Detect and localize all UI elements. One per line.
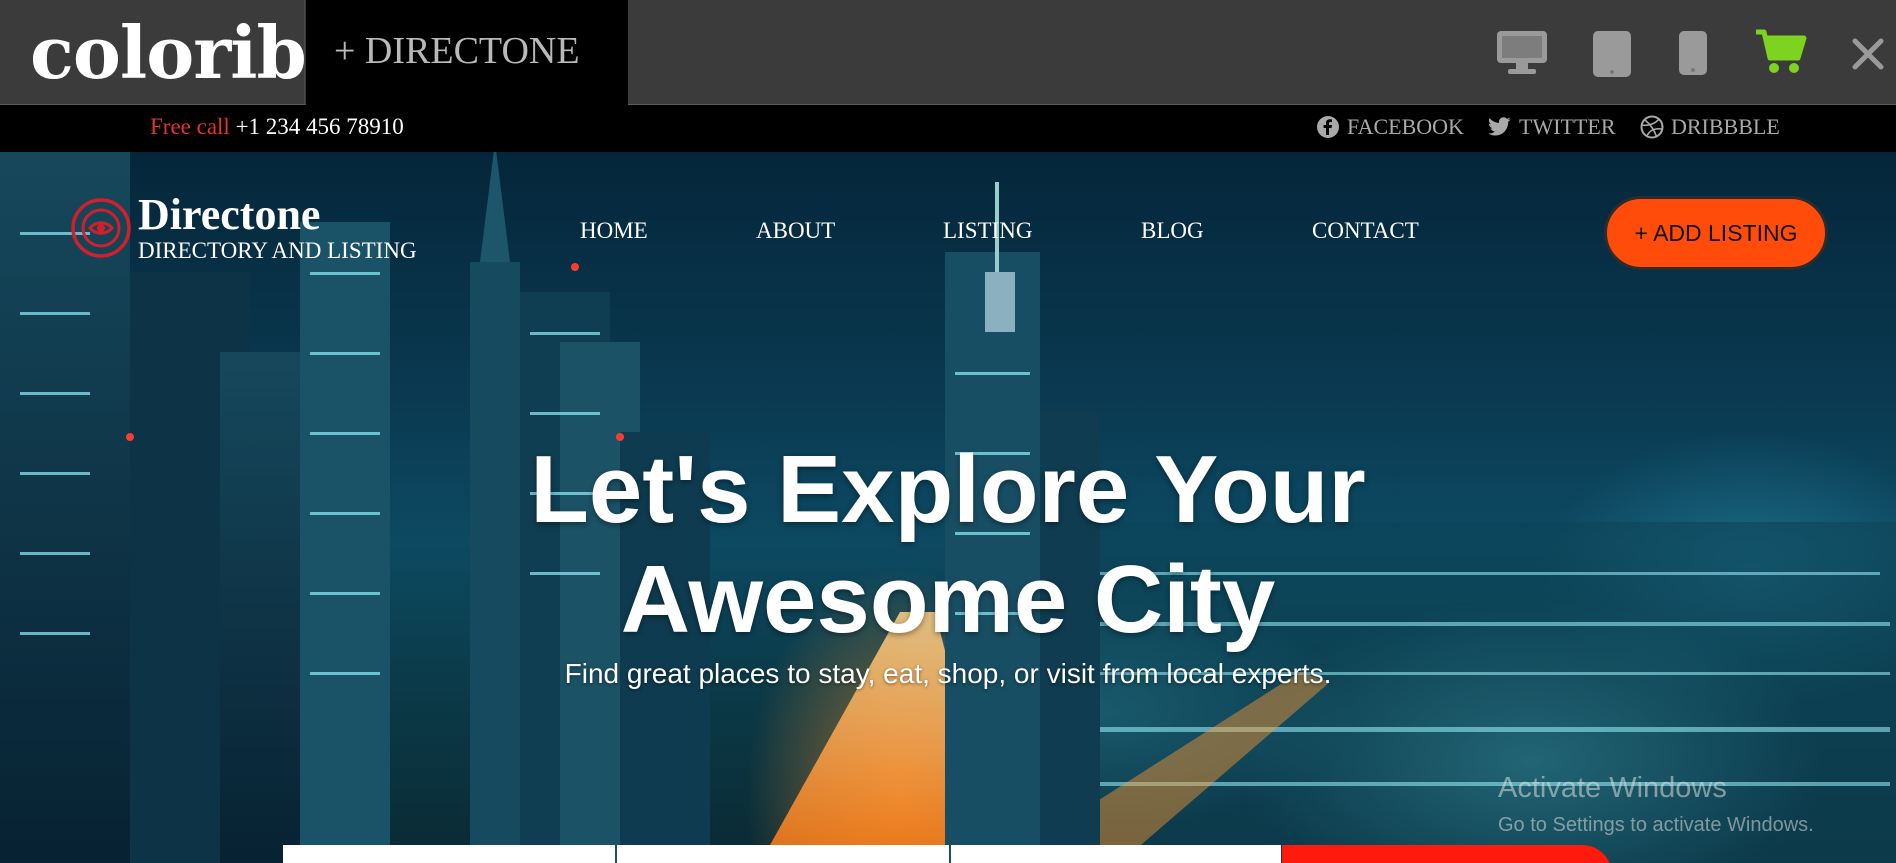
twitter-link[interactable]: TWITTER <box>1488 106 1616 148</box>
dribbble-label: DRIBBBLE <box>1671 114 1780 139</box>
hero-title-line-2: Awesome City <box>620 546 1276 653</box>
free-call: Free call +1 234 456 78910 <box>150 106 404 148</box>
close-icon[interactable] <box>1852 38 1884 70</box>
nav-contact[interactable]: CONTACT <box>1312 218 1419 244</box>
preview-toolbar: colorib. + DIRECTONE <box>0 0 1896 105</box>
twitter-label: TWITTER <box>1519 114 1616 139</box>
search-field-location[interactable] <box>617 845 949 863</box>
search-field-keyword[interactable] <box>283 845 615 863</box>
phone-number[interactable]: +1 234 456 78910 <box>236 114 404 139</box>
add-listing-button[interactable]: + ADD LISTING <box>1604 196 1828 270</box>
site-logo[interactable]: Directone DIRECTORY AND LISTING <box>70 192 417 264</box>
nav-blog[interactable]: BLOG <box>1141 218 1204 244</box>
activate-windows-title: Activate Windows <box>1498 772 1727 804</box>
logo-tagline: DIRECTORY AND LISTING <box>138 238 417 263</box>
hero-title-line-1: Let's Explore Your <box>530 436 1366 543</box>
nav-home[interactable]: HOME <box>580 218 648 244</box>
desktop-icon[interactable] <box>1496 30 1548 76</box>
facebook-link[interactable]: FACEBOOK <box>1316 106 1464 148</box>
header-info-bar: Free call +1 234 456 78910 FACEBOOK TWIT… <box>0 106 1896 152</box>
hero-title: Let's Explore Your Awesome City <box>0 435 1896 655</box>
activate-windows-subtitle: Go to Settings to activate Windows. <box>1498 814 1814 836</box>
search-button[interactable] <box>1282 845 1612 863</box>
search-field-category[interactable] <box>951 845 1281 863</box>
logo-name: Directone <box>138 190 321 239</box>
product-tab[interactable]: + DIRECTONE <box>306 0 628 105</box>
hero-section: Directone DIRECTORY AND LISTING HOME ABO… <box>0 152 1896 863</box>
twitter-icon <box>1488 117 1511 136</box>
colorlib-brand[interactable]: colorib. <box>0 0 331 105</box>
nav-about[interactable]: ABOUT <box>756 218 835 244</box>
hero-subtitle: Find great places to stay, eat, shop, or… <box>564 658 1332 689</box>
tablet-icon[interactable] <box>1592 30 1632 78</box>
free-call-label: Free call <box>150 114 230 139</box>
directone-logo-icon <box>71 198 131 258</box>
cart-icon[interactable] <box>1754 28 1808 76</box>
dribbble-link[interactable]: DRIBBBLE <box>1640 106 1780 148</box>
facebook-label: FACEBOOK <box>1347 114 1464 139</box>
facebook-icon <box>1317 116 1339 138</box>
nav-listing[interactable]: LISTING <box>943 218 1032 244</box>
mobile-icon[interactable] <box>1678 30 1708 76</box>
dribbble-icon <box>1640 115 1664 139</box>
